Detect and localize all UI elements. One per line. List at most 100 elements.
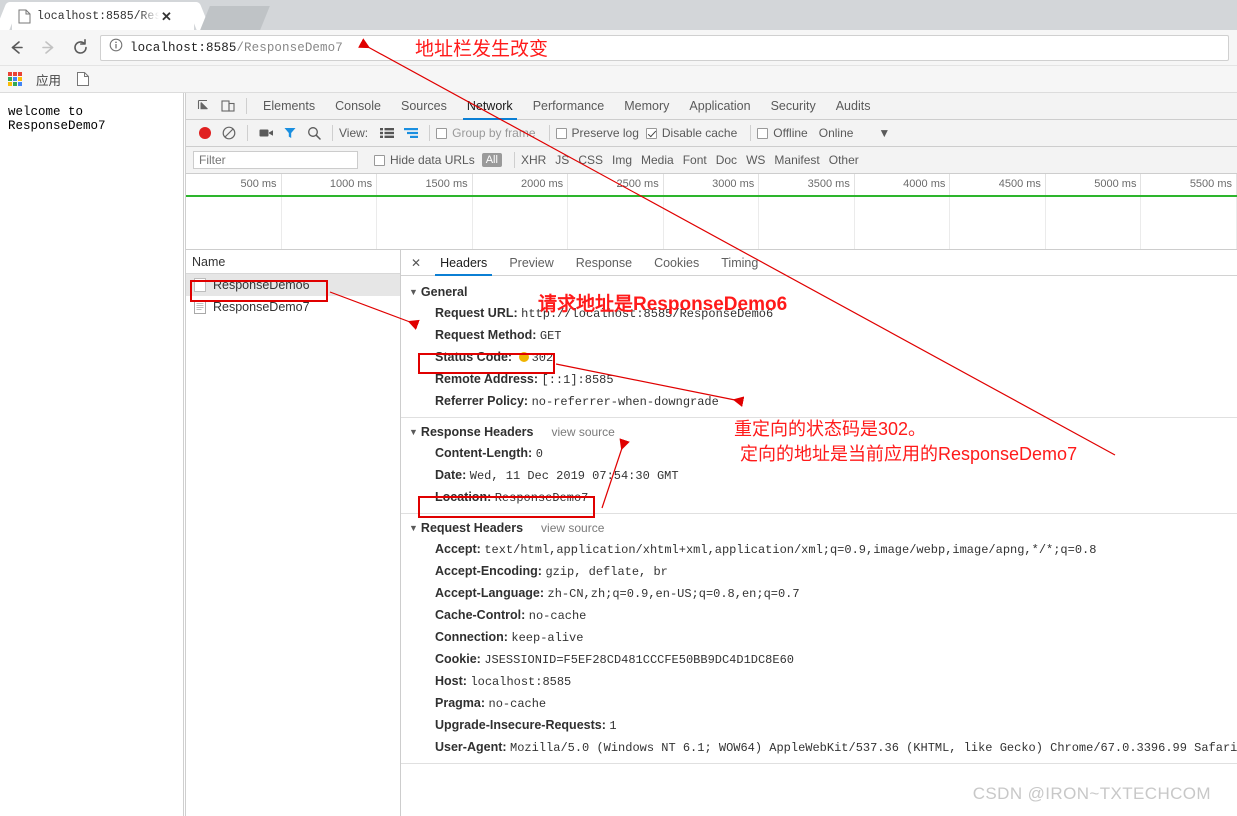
search-icon[interactable] <box>302 122 326 144</box>
triangle-down-icon: ▼ <box>409 287 418 297</box>
detail-tab-preview[interactable]: Preview <box>498 250 564 276</box>
close-icon[interactable]: ✕ <box>161 10 172 23</box>
ruler-tick-label: 2000 ms <box>520 178 564 190</box>
filter-type-ws[interactable]: WS <box>746 153 765 167</box>
request-list-header[interactable]: Name <box>186 250 400 274</box>
tab-performance[interactable]: Performance <box>523 93 615 120</box>
waterfall-view-icon[interactable] <box>399 122 423 144</box>
view-source-link[interactable]: view source <box>551 425 614 439</box>
header-key: Accept: <box>435 541 481 556</box>
section-response-headers[interactable]: ▼ Response Headers view source <box>401 422 1237 442</box>
ruler-tick-label: 2500 ms <box>616 178 659 190</box>
disable-cache-checkbox[interactable]: Disable cache <box>645 126 737 140</box>
filter-funnel-icon[interactable] <box>278 122 302 144</box>
tab-application[interactable]: Application <box>679 93 760 120</box>
record-icon[interactable] <box>193 122 217 144</box>
header-value: JSESSIONID=F5EF28CD481CCCFE50BB9DC4D1DC8… <box>484 652 794 667</box>
forward-arrow-icon[interactable] <box>32 33 64 63</box>
clear-icon[interactable] <box>217 122 241 144</box>
devtools-tab-bar: Elements Console Sources Network Perform… <box>186 93 1237 120</box>
header-value: ResponseDemo7 <box>494 490 589 505</box>
document-icon[interactable] <box>77 72 90 86</box>
header-row-host: Host: localhost:8585 <box>401 670 1237 692</box>
tab-console[interactable]: Console <box>325 93 391 120</box>
filter-type-css[interactable]: CSS <box>578 153 603 167</box>
filter-input[interactable] <box>193 151 358 169</box>
section-request-headers[interactable]: ▼ Request Headers view source <box>401 518 1237 538</box>
overview-cell <box>186 197 282 249</box>
address-bar[interactable]: localhost:8585/ResponseDemo7 <box>100 34 1229 61</box>
triangle-down-icon: ▼ <box>409 427 418 437</box>
detail-tab-timing[interactable]: Timing <box>710 250 769 276</box>
new-tab-button[interactable] <box>200 6 270 30</box>
table-row[interactable]: ResponseDemo7 <box>186 296 400 318</box>
tab-network[interactable]: Network <box>457 93 523 120</box>
filter-type-js[interactable]: JS <box>555 153 569 167</box>
hide-data-urls-checkbox[interactable]: Hide data URLs <box>374 153 475 167</box>
filter-type-xhr[interactable]: XHR <box>521 153 546 167</box>
throttling-value[interactable]: Online <box>819 126 854 140</box>
chevron-down-icon[interactable]: ▼ <box>878 126 890 140</box>
offline-checkbox[interactable]: Offline <box>757 126 808 140</box>
request-list-empty-area <box>186 318 400 816</box>
ruler-tick-label: 1000 ms <box>329 178 373 190</box>
browser-tab[interactable]: localhost:8585/Respons ✕ <box>12 2 194 30</box>
page-viewport: welcome to ResponseDemo7 <box>0 93 184 816</box>
filter-type-font[interactable]: Font <box>683 153 707 167</box>
device-toolbar-icon[interactable] <box>216 95 240 117</box>
tab-audits[interactable]: Audits <box>826 93 881 120</box>
divider <box>332 125 333 141</box>
header-key: User-Agent: <box>435 739 507 754</box>
url-host: localhost:8585 <box>130 40 237 55</box>
view-label: View: <box>339 126 369 140</box>
header-key: Content-Length: <box>435 445 533 460</box>
bookmark-apps-label[interactable]: 应用 <box>36 70 61 89</box>
section-title-response-headers: Response Headers <box>420 425 534 439</box>
apps-grid-icon[interactable] <box>8 72 22 86</box>
overview-cell <box>1046 197 1142 249</box>
column-header-name: Name <box>192 254 226 269</box>
detail-tab-cookies[interactable]: Cookies <box>643 250 710 276</box>
filter-type-all[interactable]: All <box>481 153 502 167</box>
group-by-frame-checkbox[interactable]: Group by frame <box>436 126 536 140</box>
inspect-element-icon[interactable] <box>192 95 216 117</box>
section-title-general: General <box>420 285 468 299</box>
close-icon[interactable]: ✕ <box>407 256 429 270</box>
overview-cell <box>855 197 951 249</box>
filter-type-media[interactable]: Media <box>641 153 674 167</box>
ruler-tick: 4500 ms <box>950 174 1046 195</box>
tab-memory[interactable]: Memory <box>614 93 679 120</box>
divider <box>246 98 247 114</box>
overview-cell <box>1141 197 1237 249</box>
document-icon <box>194 300 206 314</box>
header-value: [::1]:8585 <box>541 372 614 387</box>
reload-icon[interactable] <box>64 33 96 63</box>
preserve-log-checkbox[interactable]: Preserve log <box>555 126 639 140</box>
header-row-accept-encoding: Accept-Encoding: gzip, deflate, br <box>401 560 1237 582</box>
ruler-tick: 1000 ms <box>282 174 378 195</box>
tab-security[interactable]: Security <box>761 93 826 120</box>
ruler-tick-label: 4000 ms <box>903 178 946 190</box>
tab-elements[interactable]: Elements <box>253 93 325 120</box>
info-circle-icon[interactable] <box>109 38 123 57</box>
ruler-tick: 3000 ms <box>664 174 760 195</box>
filter-type-manifest[interactable]: Manifest <box>774 153 819 167</box>
overview-cell <box>664 197 760 249</box>
camera-icon[interactable] <box>254 122 278 144</box>
divider <box>429 125 431 141</box>
section-general[interactable]: ▼ General <box>401 282 1237 302</box>
filter-type-img[interactable]: Img <box>612 153 632 167</box>
network-timeline-ruler: 500 ms 1000 ms 1500 ms 2000 ms 2500 ms 3… <box>186 174 1237 197</box>
view-source-link[interactable]: view source <box>541 521 604 535</box>
tab-sources[interactable]: Sources <box>391 93 457 120</box>
table-row[interactable]: ResponseDemo6 <box>186 274 400 296</box>
detail-tab-headers[interactable]: Headers <box>429 250 498 276</box>
filter-type-other[interactable]: Other <box>829 153 859 167</box>
list-view-icon[interactable] <box>375 122 399 144</box>
document-icon <box>18 9 31 24</box>
header-key: Pragma: <box>435 695 486 710</box>
filter-type-doc[interactable]: Doc <box>716 153 737 167</box>
detail-tab-response[interactable]: Response <box>565 250 643 276</box>
back-arrow-icon[interactable] <box>0 33 32 63</box>
network-overview[interactable] <box>186 197 1237 250</box>
